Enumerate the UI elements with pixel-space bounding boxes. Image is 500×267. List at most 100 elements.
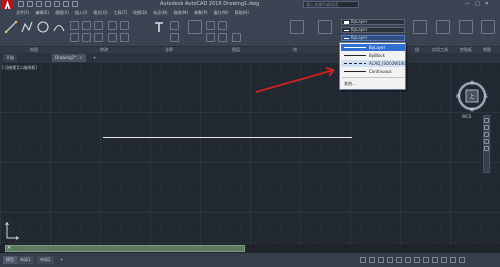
- lineweight-selector[interactable]: ByLayer: [341, 27, 405, 33]
- fullscreen-icon[interactable]: [450, 257, 456, 263]
- menu-window[interactable]: 窗口(W): [214, 10, 229, 16]
- insert-block-icon[interactable]: [290, 20, 304, 34]
- showmotion-icon[interactable]: [484, 146, 489, 151]
- status-bar: 模型 布局1 布局2 +: [0, 253, 500, 267]
- snap-toggle-icon[interactable]: [369, 257, 375, 263]
- line-tool-icon[interactable]: [4, 20, 18, 34]
- scale-tool-icon[interactable]: [108, 33, 117, 42]
- annotation-scale-icon[interactable]: [423, 257, 429, 263]
- maximize-button[interactable]: □: [475, 1, 480, 7]
- leader-tool-icon[interactable]: [170, 33, 179, 42]
- grid-toggle-icon[interactable]: [360, 257, 366, 263]
- color-value: ByLayer: [351, 19, 368, 24]
- color-selector[interactable]: ByLayer: [341, 19, 405, 25]
- steering-wheel-icon[interactable]: [484, 118, 489, 123]
- save-icon[interactable]: [36, 1, 42, 7]
- drawn-line-object[interactable]: [103, 137, 352, 138]
- close-tab-icon[interactable]: ×: [79, 55, 82, 60]
- linetype-swatch: [344, 38, 349, 39]
- viewport-controls[interactable]: [-][俯视][二维线框]: [2, 65, 37, 71]
- array-tool-icon[interactable]: [120, 21, 129, 30]
- menu-format[interactable]: 格式(O): [93, 10, 107, 16]
- pan-icon[interactable]: [484, 125, 489, 130]
- linetype-option-acad-iso02w100[interactable]: ACAD_ISO02W100: [341, 60, 406, 67]
- viewcube-north: 北: [470, 80, 474, 85]
- layout-tab-layout2[interactable]: 布局2: [37, 256, 54, 264]
- redo-icon[interactable]: [72, 1, 78, 7]
- lineweight-swatch: [344, 30, 349, 31]
- ortho-toggle-icon[interactable]: [378, 257, 384, 263]
- measure-icon[interactable]: [436, 20, 450, 34]
- plot-icon[interactable]: [54, 1, 60, 7]
- dimension-tool-icon[interactable]: [170, 21, 179, 30]
- linetype-selector[interactable]: ByLayer: [341, 35, 405, 41]
- tab-drawing1[interactable]: Drawing1* ×: [52, 54, 86, 62]
- layer-lock-icon[interactable]: [218, 33, 227, 42]
- linetype-option-continuous[interactable]: Continuous: [341, 68, 405, 75]
- minimize-button[interactable]: —: [465, 1, 470, 7]
- trim-tool-icon[interactable]: [94, 21, 103, 30]
- menu-tools[interactable]: 工具(T): [114, 10, 128, 16]
- menu-file[interactable]: 文件(F): [16, 10, 29, 16]
- polar-toggle-icon[interactable]: [387, 257, 393, 263]
- title-bar: Autodesk AutoCAD 2016 Drawing1.dwg 键入关键字…: [0, 0, 500, 17]
- wcs-menu[interactable]: WCS: [462, 114, 471, 119]
- menu-edit[interactable]: 编辑(E): [35, 10, 49, 16]
- arc-tool-icon[interactable]: [52, 20, 66, 34]
- customize-icon[interactable]: [459, 257, 465, 263]
- copy-tool-icon[interactable]: [70, 33, 79, 42]
- menu-draw[interactable]: 绘图(D): [133, 10, 147, 16]
- menu-parametric[interactable]: 参数(P): [194, 10, 208, 16]
- menu-modify[interactable]: 修改(M): [173, 10, 188, 16]
- linetype-option-byblock[interactable]: ByBlock: [341, 52, 405, 59]
- tab-start[interactable]: 开始: [3, 54, 17, 62]
- open-icon[interactable]: [27, 1, 33, 7]
- tab-start-label: 开始: [6, 55, 14, 60]
- viewcube-icon[interactable]: 上 北 南 东 西: [456, 80, 488, 112]
- layer-match-icon[interactable]: [232, 33, 241, 42]
- lineweight-toggle-icon[interactable]: [414, 257, 420, 263]
- undo-icon[interactable]: [63, 1, 69, 7]
- tab-drawing1-label: Drawing1*: [55, 55, 77, 60]
- linetype-dropdown: ByLayer ByBlock ACAD_ISO02W100 Continuou…: [339, 42, 406, 90]
- linetype-option-bylayer[interactable]: ByLayer: [341, 44, 405, 51]
- paste-icon[interactable]: [459, 20, 473, 34]
- linetype-option-other[interactable]: 其他...: [341, 80, 405, 87]
- menu-view[interactable]: 视图(V): [55, 10, 69, 16]
- zoom-extents-icon[interactable]: [484, 132, 489, 137]
- erase-tool-icon[interactable]: [120, 33, 129, 42]
- layer-properties-icon[interactable]: [188, 20, 202, 34]
- menu-dimension[interactable]: 标注(N): [153, 10, 167, 16]
- circle-tool-icon[interactable]: [36, 20, 50, 34]
- match-properties-icon[interactable]: [318, 20, 332, 34]
- otrack-toggle-icon[interactable]: [405, 257, 411, 263]
- layout-tab-layout1[interactable]: 布局1: [17, 256, 34, 264]
- layout-tab-model[interactable]: 模型: [3, 256, 17, 264]
- workspace-icon[interactable]: [432, 257, 438, 263]
- move-tool-icon[interactable]: [70, 21, 79, 30]
- isolate-objects-icon[interactable]: [441, 257, 447, 263]
- close-command-line-icon[interactable]: ✕: [7, 246, 11, 251]
- mirror-tool-icon[interactable]: [82, 33, 91, 42]
- layer-state-icon[interactable]: [206, 21, 215, 30]
- command-input[interactable]: [28, 246, 238, 251]
- orbit-icon[interactable]: [484, 139, 489, 144]
- add-layout-button[interactable]: +: [57, 256, 66, 264]
- close-button[interactable]: ✕: [485, 1, 489, 7]
- menu-help[interactable]: 帮助(H): [235, 10, 249, 16]
- osnap-toggle-icon[interactable]: [396, 257, 402, 263]
- stretch-tool-icon[interactable]: [108, 21, 117, 30]
- layer-freeze-icon[interactable]: [206, 33, 215, 42]
- search-input[interactable]: 键入关键字或短语: [303, 1, 359, 8]
- menu-insert[interactable]: 插入(I): [75, 10, 87, 16]
- rotate-tool-icon[interactable]: [82, 21, 91, 30]
- new-icon[interactable]: [18, 1, 24, 7]
- new-tab-button[interactable]: +: [90, 54, 99, 62]
- layer-isolate-icon[interactable]: [218, 21, 227, 30]
- polyline-tool-icon[interactable]: [20, 20, 34, 34]
- base-view-icon[interactable]: [481, 20, 495, 34]
- text-tool-icon[interactable]: [152, 20, 166, 34]
- fillet-tool-icon[interactable]: [94, 33, 103, 42]
- group-icon[interactable]: [413, 20, 427, 34]
- save-as-icon[interactable]: [45, 1, 51, 7]
